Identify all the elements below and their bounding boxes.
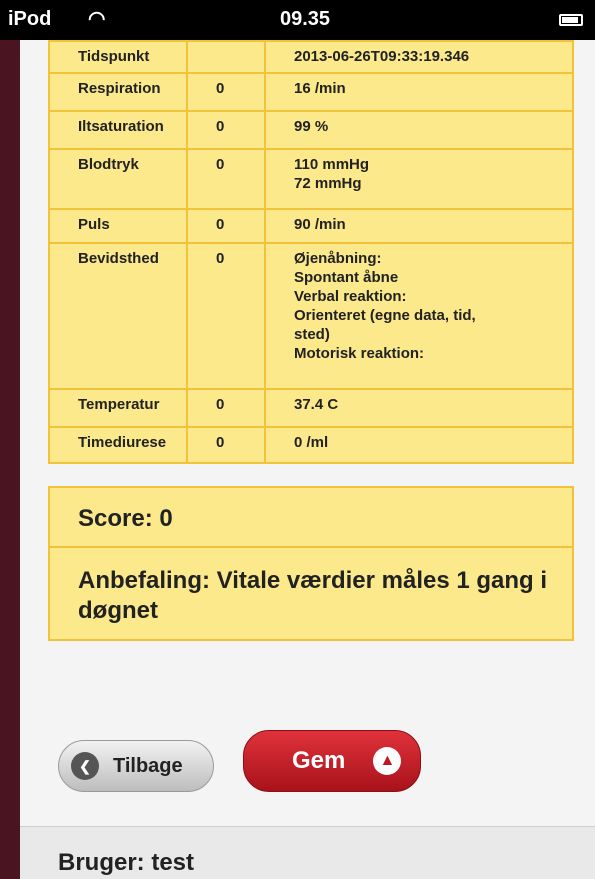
row-score: 0 <box>186 148 266 210</box>
row-value: 110 mmHg 72 mmHg <box>264 148 574 210</box>
row-value: 0 /ml <box>264 426 574 464</box>
table-row: Blodtryk 0 110 mmHg 72 mmHg <box>48 148 574 210</box>
row-score: 0 <box>186 208 266 244</box>
vitals-table: Tidspunkt 2013-06-26T09:33:19.346 Respir… <box>48 40 574 464</box>
save-button-label: Gem <box>292 747 346 774</box>
warning-icon: ▲ <box>373 747 402 775</box>
row-score <box>186 40 266 74</box>
row-label: Bevidsthed <box>48 242 188 390</box>
row-value: 37.4 C <box>264 388 574 428</box>
chevron-left-icon: ❮ <box>71 752 99 780</box>
recommendation-panel: Anbefaling: Vitale værdier måles 1 gang … <box>48 546 574 641</box>
back-button-label: Tilbage <box>113 754 183 777</box>
battery-icon <box>559 14 583 26</box>
table-row: Iltsaturation 0 99 % <box>48 110 574 150</box>
app-screen: Tidspunkt 2013-06-26T09:33:19.346 Respir… <box>20 40 595 879</box>
table-row: Timediurese 0 0 /ml <box>48 426 574 464</box>
row-label: Blodtryk <box>48 148 188 210</box>
row-score: 0 <box>186 110 266 150</box>
table-row: Puls 0 90 /min <box>48 208 574 244</box>
table-row: Respiration 0 16 /min <box>48 72 574 112</box>
back-button[interactable]: ❮ Tilbage <box>58 740 214 792</box>
row-score: 0 <box>186 426 266 464</box>
row-score: 0 <box>186 242 266 390</box>
row-score: 0 <box>186 388 266 428</box>
footer-bar: Bruger: test <box>20 826 595 879</box>
row-label: Timediurese <box>48 426 188 464</box>
recommendation-text: Anbefaling: Vitale værdier måles 1 gang … <box>78 567 548 624</box>
row-value: 90 /min <box>264 208 574 244</box>
row-value: 99 % <box>264 110 574 150</box>
row-score: 0 <box>186 72 266 112</box>
row-label: Temperatur <box>48 388 188 428</box>
user-label: Bruger: test <box>58 849 195 876</box>
table-row: Temperatur 0 37.4 C <box>48 388 574 428</box>
carrier-label: iPod <box>8 8 52 30</box>
row-label: Respiration <box>48 72 188 112</box>
status-time: 09.35 <box>280 8 331 30</box>
wifi-icon: ◠ <box>88 8 106 30</box>
row-label: Tidspunkt <box>48 40 188 74</box>
row-value: 2013-06-26T09:33:19.346 <box>264 40 574 74</box>
row-label: Iltsaturation <box>48 110 188 150</box>
table-row: Bevidsthed 0 Øjenåbning: Spontant åbne V… <box>48 242 574 390</box>
row-value: 16 /min <box>264 72 574 112</box>
score-panel: Score: 0 <box>48 486 574 548</box>
table-row: Tidspunkt 2013-06-26T09:33:19.346 <box>48 40 574 74</box>
row-value: Øjenåbning: Spontant åbne Verbal reaktio… <box>264 242 574 390</box>
save-button[interactable]: Gem ▲ <box>243 730 421 792</box>
status-bar: iPod ◠ 09.35 <box>0 0 595 40</box>
row-label: Puls <box>48 208 188 244</box>
